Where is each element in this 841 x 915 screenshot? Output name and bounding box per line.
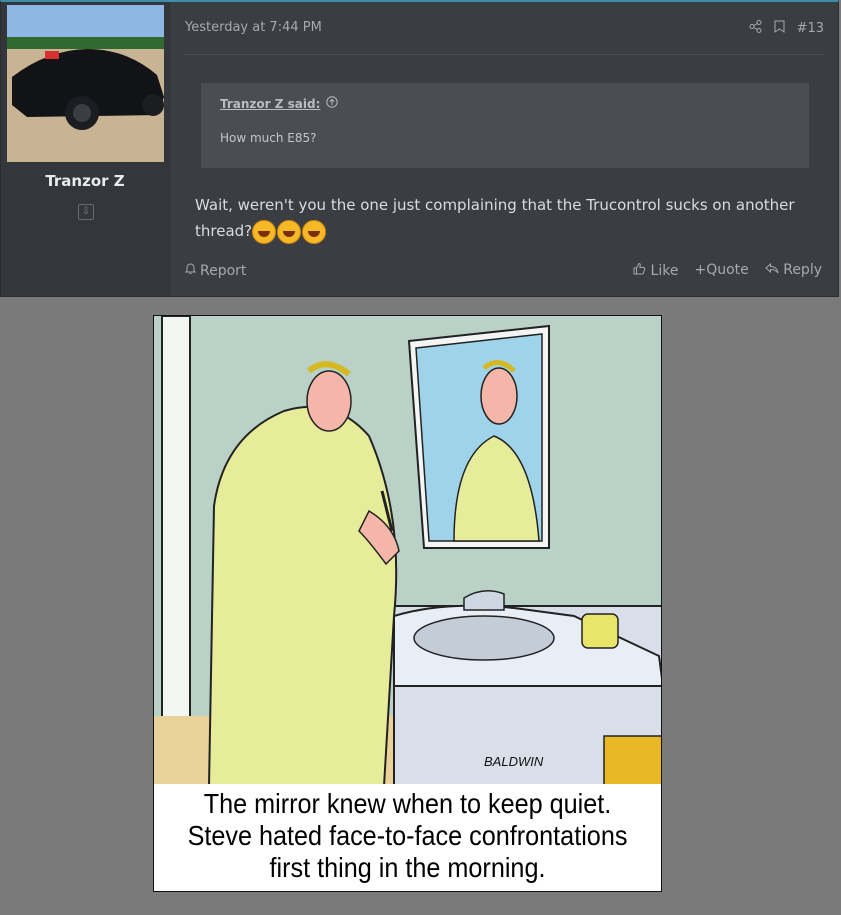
message-body: Wait, weren't you the one just complaini… <box>195 192 805 244</box>
comic-illustration <box>154 316 661 787</box>
comic-signature: BALDWIN <box>484 754 544 769</box>
report-button[interactable]: Report <box>184 262 247 279</box>
caption-line: first thing in the morning. <box>269 852 546 883</box>
rofl-emoji-icon <box>252 219 277 244</box>
rofl-emoji-icon <box>302 219 327 244</box>
quote-text: How much E85? <box>220 131 317 145</box>
post-meta-actions: #13 <box>749 20 824 37</box>
meta-divider <box>185 54 824 55</box>
reply-button[interactable]: Reply <box>765 262 822 279</box>
rofl-emoji-icon <box>277 219 302 244</box>
post-date[interactable]: Yesterday at 7:44 PM <box>185 20 322 35</box>
quote-block: Tranzor Z said: How much E85? <box>201 83 809 168</box>
user-sidebar: Tranzor Z ⇩ <box>1 2 170 296</box>
avatar[interactable] <box>7 5 164 162</box>
post-meta: Yesterday at 7:44 PM #13 <box>185 20 824 40</box>
bookmark-icon[interactable] <box>774 20 785 37</box>
reply-label: Reply <box>783 262 822 278</box>
share-icon[interactable] <box>749 20 762 37</box>
quote-label: Quote <box>706 262 749 278</box>
quote-button[interactable]: +Quote <box>694 262 748 279</box>
plus-icon: + <box>694 262 707 278</box>
post-number[interactable]: #13 <box>797 21 824 36</box>
post-footer: Report Like +Quote Reply <box>184 262 822 282</box>
like-button[interactable]: Like <box>633 262 678 279</box>
thumbs-up-icon <box>633 262 650 279</box>
comic-image: BALDWIN The mirror knew when to keep qui… <box>153 315 662 892</box>
quote-author[interactable]: Tranzor Z said: <box>220 97 320 111</box>
footer-actions: Like +Quote Reply <box>633 262 822 279</box>
expand-icon[interactable]: ⇩ <box>78 204 94 220</box>
quote-header[interactable]: Tranzor Z said: <box>220 96 790 111</box>
like-label: Like <box>650 263 679 279</box>
bell-icon <box>184 262 197 279</box>
comic-caption: The mirror knew when to keep quiet. Stev… <box>154 784 661 891</box>
username[interactable]: Tranzor Z <box>1 172 169 190</box>
report-label: Report <box>200 262 247 279</box>
arrow-up-circle-icon[interactable] <box>326 96 339 111</box>
reply-arrow-icon <box>765 262 783 278</box>
caption-line: The mirror knew when to keep quiet. <box>203 788 612 819</box>
caption-line: Steve hated face-to-face confrontations <box>187 820 628 851</box>
forum-post: Tranzor Z ⇩ Yesterday at 7:44 PM #13 Tra… <box>0 0 839 297</box>
